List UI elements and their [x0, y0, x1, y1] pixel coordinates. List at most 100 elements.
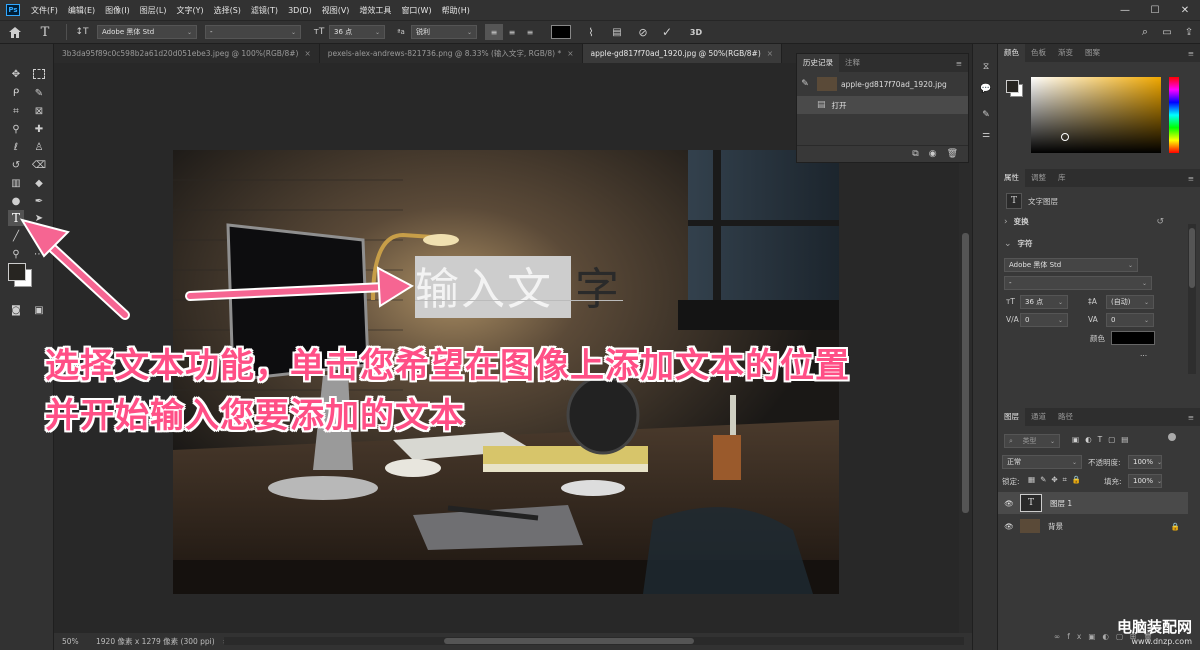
- fill-input[interactable]: 100% ⌄: [1128, 474, 1162, 488]
- history-state-open[interactable]: ▤ 打开: [797, 96, 968, 114]
- layer-row-background[interactable]: 👁 背景 🔒: [998, 515, 1188, 537]
- annotation-line-2: 并开始输入您要添加的文本: [45, 396, 465, 436]
- tab-history[interactable]: 历史记录: [797, 54, 839, 72]
- font-size-icon: ᴛT: [1006, 297, 1015, 306]
- more-options-icon[interactable]: ...: [1140, 349, 1147, 358]
- tab-properties[interactable]: 属性: [998, 169, 1025, 187]
- tracking-value: 0: [1111, 316, 1116, 324]
- history-icon[interactable]: ⧖: [979, 62, 993, 76]
- document-icon: ▤: [817, 100, 826, 110]
- leading-icon: ‡A: [1088, 297, 1097, 306]
- filter-placeholder: 类型: [1022, 437, 1037, 445]
- properties-color-swatch[interactable]: [1111, 331, 1155, 345]
- history-snapshot[interactable]: ✎ apple-gd817f70ad_1920.jpg: [797, 72, 968, 96]
- adjustments-sliders-icon[interactable]: ⚌: [979, 130, 993, 144]
- watermark-url: www.dnzp.com: [1131, 637, 1193, 646]
- properties-kerning-input[interactable]: 0 ⌄: [1020, 313, 1068, 327]
- tab-color[interactable]: 颜色: [998, 44, 1025, 62]
- scroll-thumb[interactable]: [1189, 228, 1195, 288]
- chevron-down-icon: ⌄: [1141, 279, 1147, 287]
- lock-icon: 🔒: [1170, 521, 1180, 531]
- arrow-to-text: [185, 266, 415, 308]
- properties-type-label: 文字图层: [1028, 196, 1058, 206]
- kerning-icon: V/A: [1006, 315, 1019, 324]
- visibility-eye-icon[interactable]: 👁: [998, 499, 1020, 508]
- lock-icons[interactable]: ▦✎✥⌗🔒: [1028, 475, 1086, 485]
- color-field[interactable]: [1031, 77, 1161, 153]
- blend-mode-select[interactable]: 正常 ⌄: [1002, 455, 1082, 469]
- watermark: 电脑装配网 www.dnzp.com: [1117, 616, 1192, 646]
- filter-toggle[interactable]: [1168, 433, 1176, 441]
- tab-layers[interactable]: 图层: [998, 408, 1025, 426]
- layer-row-text[interactable]: 👁 T 图层 1: [998, 492, 1188, 514]
- tab-channels[interactable]: 通道: [1025, 408, 1052, 426]
- background-layer-thumbnail: [1020, 519, 1040, 533]
- chevron-down-icon: ⌄: [1143, 316, 1149, 324]
- opacity-input[interactable]: 100% ⌄: [1128, 455, 1162, 469]
- leading-value: (自动): [1111, 298, 1131, 306]
- tab-paths[interactable]: 路径: [1052, 408, 1079, 426]
- properties-tracking-input[interactable]: 0 ⌄: [1106, 313, 1154, 327]
- chevron-down-icon: ⌄: [1057, 298, 1063, 306]
- history-state-label: 打开: [831, 100, 847, 110]
- properties-type-header: T 文字图层: [1006, 193, 1058, 209]
- character-section[interactable]: ⌄ 字符: [1004, 238, 1033, 249]
- fill-value: 100%: [1133, 477, 1154, 485]
- layer-filter-icons[interactable]: ▣◐T▢▤: [1072, 435, 1134, 444]
- tab-gradients[interactable]: 渐变: [1052, 44, 1079, 62]
- panel-menu-icon[interactable]: ≡: [1188, 174, 1194, 183]
- transform-section[interactable]: › 变换 ↺: [1004, 216, 1164, 227]
- new-document-from-state-icon[interactable]: ⧉: [912, 149, 918, 159]
- text-layer-icon: T: [1006, 193, 1022, 209]
- layer-name[interactable]: 背景: [1048, 521, 1063, 532]
- panel-menu-icon[interactable]: ≡: [956, 59, 962, 68]
- watermark-title: 电脑装配网: [1116, 618, 1192, 636]
- scroll-thumb[interactable]: [962, 233, 969, 513]
- font-family-value: Adobe 黑体 Std: [1009, 261, 1062, 269]
- lock-label: 锁定:: [1002, 477, 1020, 486]
- chevron-down-icon: ⌄: [1143, 298, 1149, 306]
- fg-color-chip[interactable]: [1006, 80, 1019, 93]
- annotation-line-1: 选择文本功能，单击您希望在图像上添加文本的位置: [45, 346, 850, 386]
- camera-icon[interactable]: ◉: [929, 149, 937, 159]
- properties-scrollbar[interactable]: [1188, 224, 1196, 374]
- brush-settings-icon[interactable]: ✎: [979, 110, 993, 124]
- chevron-down-icon: ⌄: [1004, 238, 1012, 249]
- properties-leading-input[interactable]: (自动) ⌄: [1106, 295, 1154, 309]
- properties-size-input[interactable]: 36 点 ⌄: [1020, 295, 1068, 309]
- document-info[interactable]: 1920 像素 x 1279 像素 (300 ppi): [96, 636, 215, 647]
- character-label: 字符: [1017, 239, 1033, 248]
- reset-icon[interactable]: ↺: [1156, 217, 1164, 227]
- tab-notes[interactable]: 注释: [839, 54, 866, 72]
- opacity-value: 100%: [1133, 458, 1154, 466]
- fill-label: 填充:: [1104, 477, 1122, 486]
- text-layer-thumbnail: T: [1020, 494, 1042, 512]
- trash-icon[interactable]: 🗑: [947, 149, 958, 159]
- properties-font-style-select[interactable]: - ⌄: [1004, 276, 1152, 290]
- chevron-down-icon: ⌄: [1057, 316, 1063, 324]
- comments-icon[interactable]: 💬: [979, 84, 993, 98]
- properties-font-family-select[interactable]: Adobe 黑体 Std ⌄: [1004, 258, 1138, 272]
- snapshot-thumbnail: [817, 77, 837, 91]
- layer-filter-select[interactable]: ⌕ 类型 ⌄: [1004, 434, 1060, 448]
- tab-adjustments[interactable]: 调整: [1025, 169, 1052, 187]
- chevron-down-icon: ⌄: [1157, 477, 1163, 485]
- tab-libraries[interactable]: 库: [1052, 169, 1072, 187]
- history-brush-source-icon[interactable]: ✎: [797, 79, 813, 89]
- tab-patterns[interactable]: 图案: [1079, 44, 1106, 62]
- panel-menu-icon[interactable]: ≡: [1188, 49, 1194, 58]
- color-picker-cursor[interactable]: [1061, 133, 1069, 141]
- panel-menu-icon[interactable]: ≡: [1188, 413, 1194, 422]
- properties-panel-tabs: 属性 调整 库 ≡: [998, 169, 1200, 187]
- scroll-thumb[interactable]: [444, 638, 694, 644]
- zoom-level[interactable]: 50%: [62, 637, 90, 646]
- visibility-eye-icon[interactable]: 👁: [998, 522, 1020, 531]
- hue-slider[interactable]: [1169, 77, 1179, 153]
- tab-swatches[interactable]: 色板: [1025, 44, 1052, 62]
- status-bar: 50% 1920 像素 x 1279 像素 (300 ppi) ›: [54, 633, 972, 650]
- kerning-value: 0: [1025, 316, 1030, 324]
- layer-name[interactable]: 图层 1: [1050, 498, 1072, 509]
- history-footer: ⧉ ◉ 🗑: [797, 145, 968, 162]
- horizontal-scrollbar[interactable]: [224, 637, 964, 645]
- chevron-right-icon: ›: [1004, 216, 1008, 227]
